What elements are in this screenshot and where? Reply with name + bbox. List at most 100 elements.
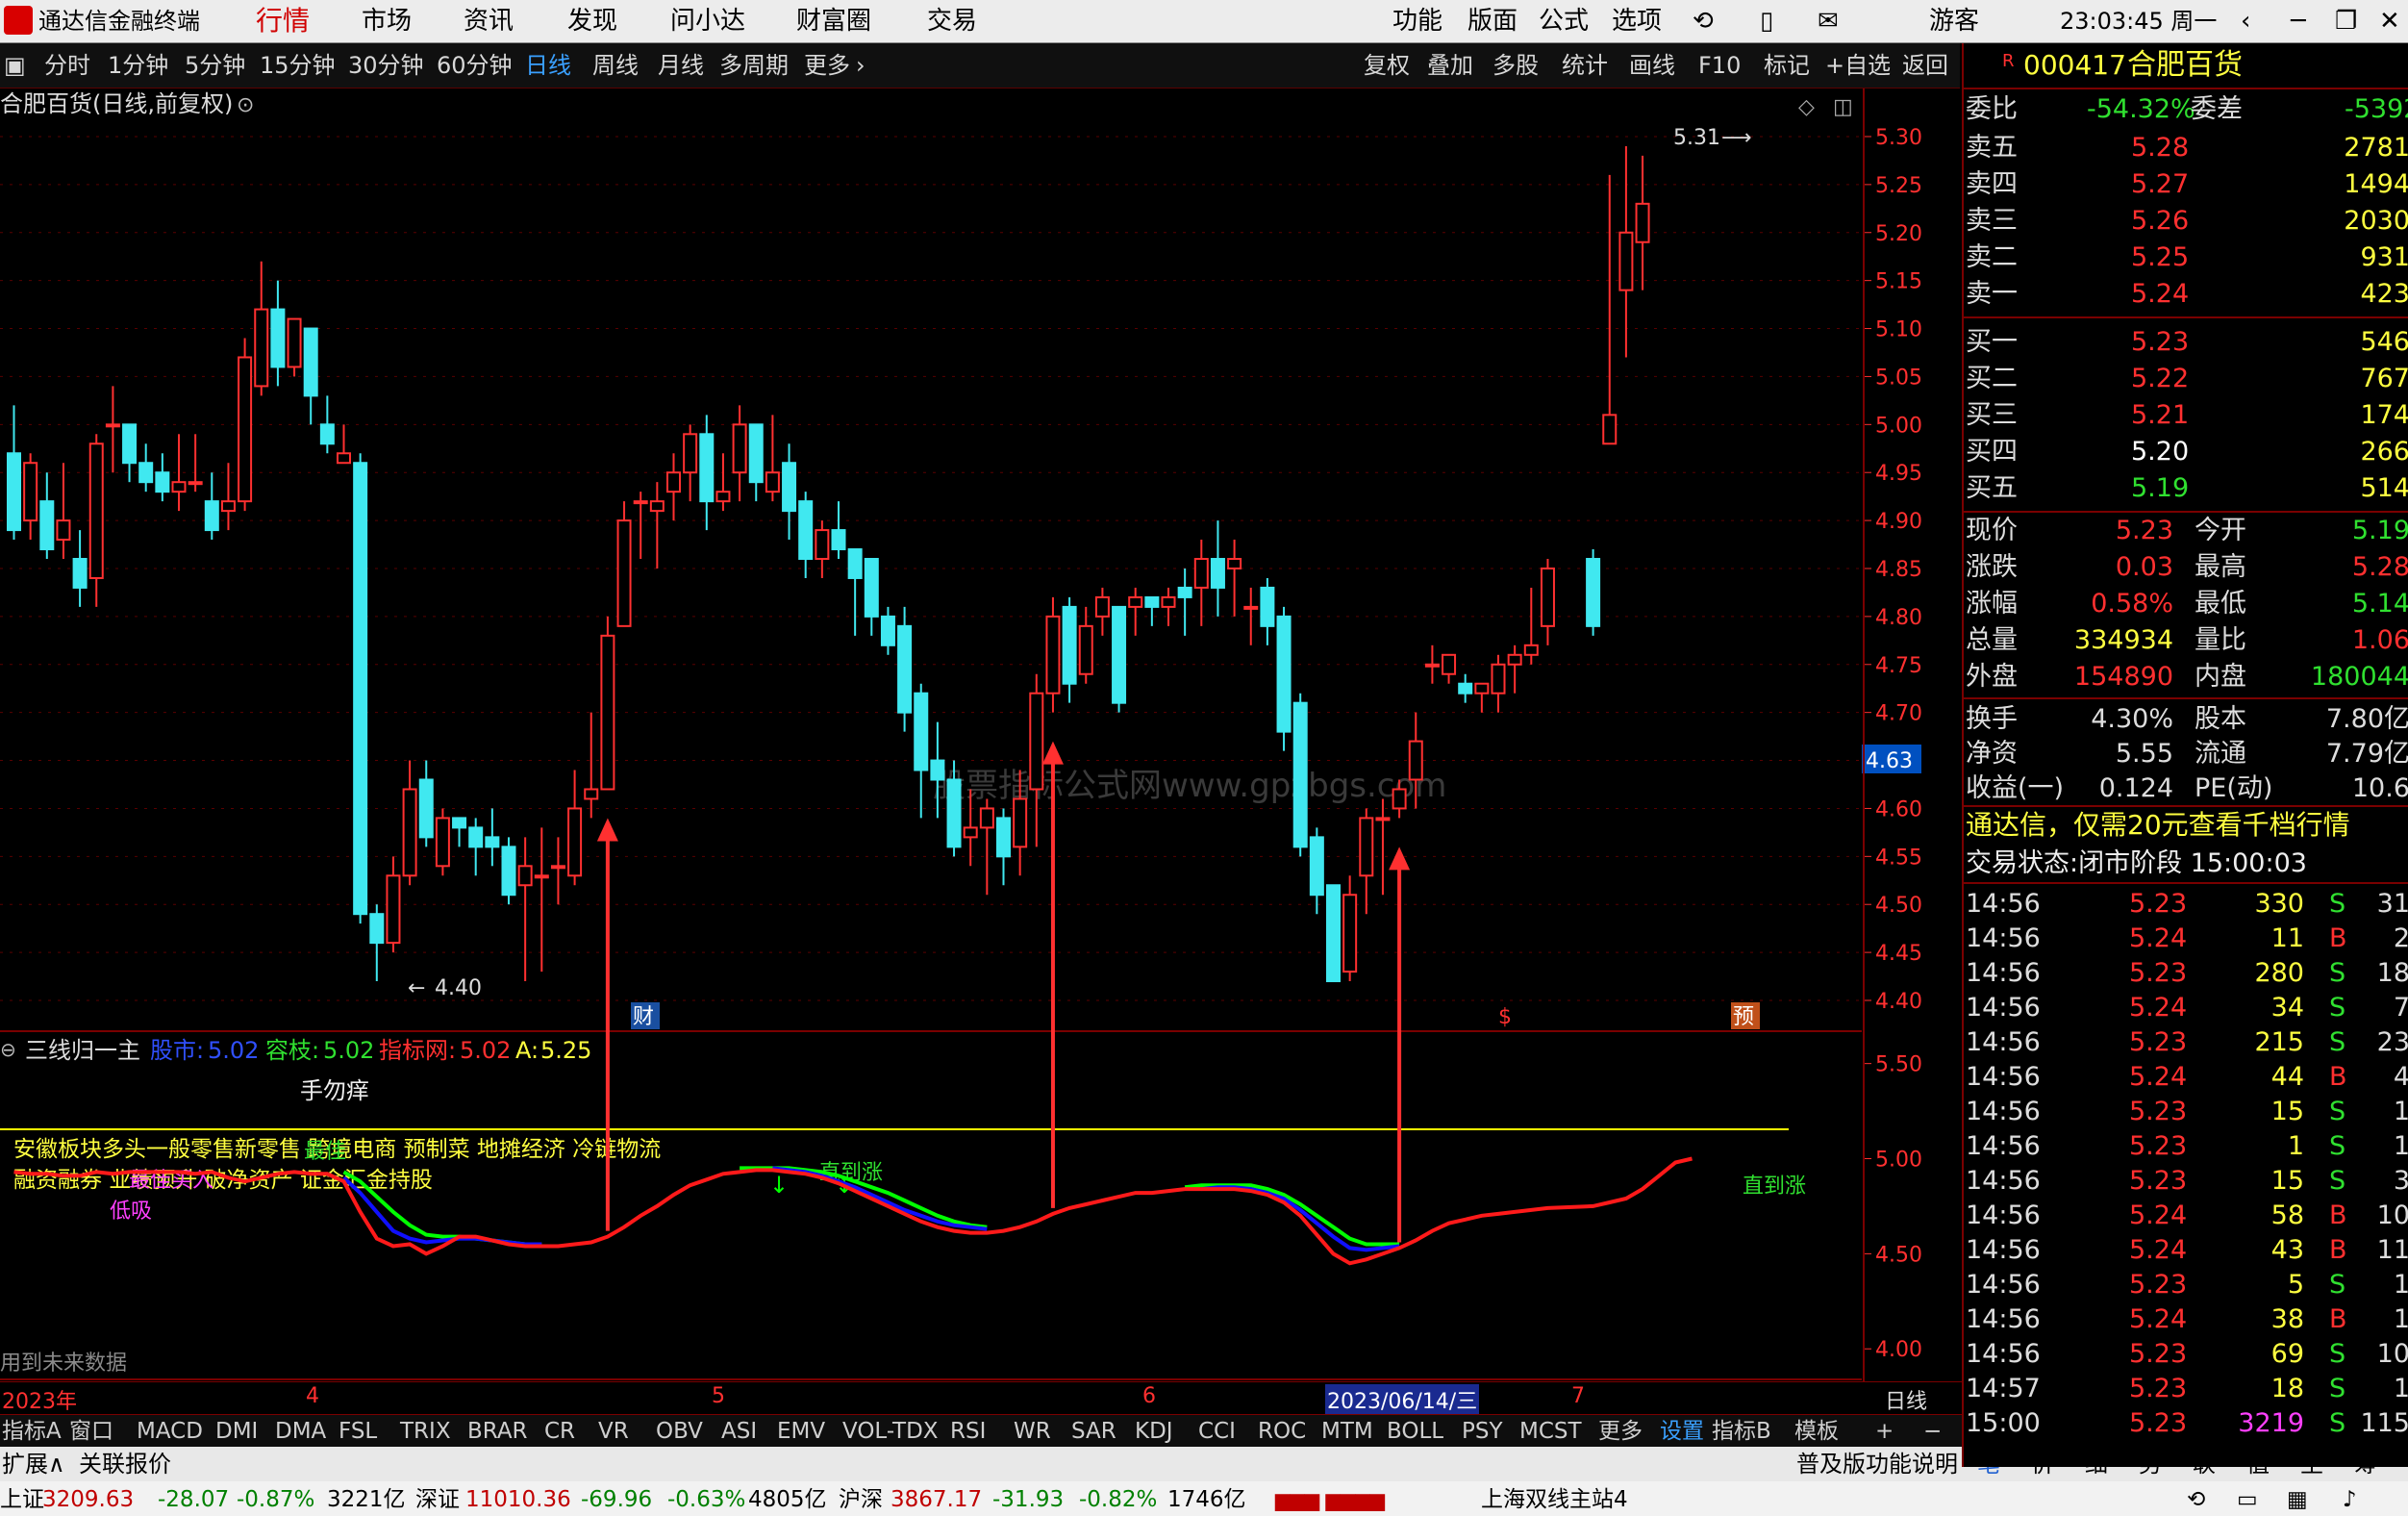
refresh-icon[interactable]: ⟲ bbox=[2187, 1487, 2205, 1512]
indicator-tab-24[interactable]: 更多 bbox=[1598, 1417, 1643, 1446]
bid-row[interactable]: 买一 5.23 546 bbox=[1964, 324, 2408, 361]
indicator-tab-15[interactable]: WR bbox=[1014, 1417, 1051, 1446]
bid-row[interactable]: 买五 5.19 514 bbox=[1964, 470, 2408, 507]
indicator-tab-10[interactable]: OBV bbox=[656, 1417, 703, 1446]
tool-mark-button[interactable]: 标记 bbox=[1764, 51, 1810, 80]
tool-draw-button[interactable]: 画线 bbox=[1629, 51, 1675, 80]
menu-item-trade[interactable]: 交易 bbox=[927, 6, 977, 37]
tool-overlay-button[interactable]: 叠加 bbox=[1427, 51, 1473, 80]
maximize-icon[interactable]: ❐ bbox=[2335, 6, 2357, 37]
ask-row[interactable]: 卖一 5.24 423 bbox=[1964, 276, 2408, 313]
marker-cai[interactable]: 财 bbox=[633, 1005, 654, 1029]
chart-panel-icon[interactable]: ◫ bbox=[1833, 95, 1853, 119]
tool-stats-button[interactable]: 统计 bbox=[1562, 51, 1608, 80]
refresh-icon[interactable]: ⟲ bbox=[1693, 6, 1714, 37]
ask-row[interactable]: 卖二 5.25 931 bbox=[1964, 240, 2408, 276]
kline-chart[interactable]: 合肥百货(日线,前复权) ⊙ ◇ ◫ 5.30 5.25 5.20 5.15 5.10 5… bbox=[0, 88, 1962, 1381]
ask-row[interactable]: 卖三 5.26 2030 bbox=[1964, 203, 2408, 240]
indicator-right-1[interactable]: 模板 bbox=[1794, 1417, 1839, 1446]
menu-item-options[interactable]: 选项 bbox=[1612, 6, 1662, 37]
indicator-tab-0[interactable]: 指标A bbox=[2, 1417, 62, 1446]
chart-settings-icon[interactable]: ◇ bbox=[1798, 95, 1815, 119]
panel-toggle-icon[interactable]: ▣ bbox=[4, 51, 26, 80]
period-tab-monthly[interactable]: 月线 bbox=[658, 51, 704, 80]
tool-fuquan-button[interactable]: 复权 bbox=[1364, 51, 1410, 80]
indicator-tab-11[interactable]: ASI bbox=[721, 1417, 757, 1446]
chart-title-dropdown-icon[interactable]: ⊙ bbox=[237, 93, 254, 117]
mail-icon[interactable]: ✉ bbox=[1818, 6, 1839, 37]
edition-note-link[interactable]: 普及版功能说明 bbox=[1796, 1451, 1958, 1478]
promo-text[interactable]: 通达信，仅需20元查看千档行情 bbox=[1966, 807, 2350, 844]
period-tab-15min[interactable]: 15分钟 bbox=[260, 51, 336, 80]
menu-item-ask[interactable]: 问小达 bbox=[670, 6, 745, 37]
indicator-tab-6[interactable]: TRIX bbox=[400, 1417, 451, 1446]
indicator-tab-3[interactable]: DMI bbox=[215, 1417, 258, 1446]
indicator-right-2[interactable]: + bbox=[1875, 1417, 1894, 1446]
indicator-name[interactable]: 三线归一主 bbox=[25, 1037, 140, 1064]
indicator-tab-9[interactable]: VR bbox=[598, 1417, 629, 1446]
minimize-icon[interactable]: ─ bbox=[2291, 6, 2306, 37]
indicator-tab-1[interactable]: 窗口 bbox=[69, 1417, 113, 1446]
indicator-tab-17[interactable]: KDJ bbox=[1135, 1417, 1173, 1446]
period-tab-more[interactable]: 更多 bbox=[804, 51, 850, 80]
more-chevron-icon[interactable]: › bbox=[856, 51, 865, 80]
indicator-right-0[interactable]: 指标B bbox=[1712, 1417, 1771, 1446]
bid-row[interactable]: 买二 5.22 767 bbox=[1964, 361, 2408, 397]
monitor-icon[interactable]: ▭ bbox=[2237, 1487, 2258, 1512]
ask-row[interactable]: 卖四 5.27 1494 bbox=[1964, 166, 2408, 203]
indicator-tab-14[interactable]: RSI bbox=[950, 1417, 986, 1446]
indicator-tab-8[interactable]: CR bbox=[544, 1417, 575, 1446]
indicator-tab-22[interactable]: PSY bbox=[1462, 1417, 1503, 1446]
indicator-tab-23[interactable]: MCST bbox=[1519, 1417, 1582, 1446]
indicator-tab-4[interactable]: DMA bbox=[275, 1417, 326, 1446]
close-icon[interactable]: ✕ bbox=[2379, 6, 2400, 37]
indicator-tab-12[interactable]: EMV bbox=[777, 1417, 825, 1446]
menu-item-wealth[interactable]: 财富圈 bbox=[796, 6, 871, 37]
indicator-tab-19[interactable]: ROC bbox=[1258, 1417, 1306, 1446]
indicator-tab-25[interactable]: 设置 bbox=[1660, 1417, 1704, 1446]
bell-icon[interactable]: ♪ bbox=[2343, 1487, 2357, 1512]
server-name[interactable]: 上海双线主站4 bbox=[1481, 1487, 1628, 1512]
menu-item-layout[interactable]: 版面 bbox=[1467, 6, 1518, 37]
menu-item-news[interactable]: 资讯 bbox=[464, 6, 514, 37]
ask-row[interactable]: 卖五 5.28 2781 bbox=[1964, 130, 2408, 166]
tool-f10-button[interactable]: F10 bbox=[1698, 51, 1741, 80]
tool-back-button[interactable]: 返回 bbox=[1902, 51, 1948, 80]
indicator-tab-20[interactable]: MTM bbox=[1321, 1417, 1373, 1446]
tool-multistock-button[interactable]: 多股 bbox=[1492, 51, 1539, 80]
period-tab-multi[interactable]: 多周期 bbox=[719, 51, 789, 80]
indicator-tab-16[interactable]: SAR bbox=[1071, 1417, 1116, 1446]
period-tab-weekly[interactable]: 周线 bbox=[592, 51, 639, 80]
calendar-icon[interactable]: ▦ bbox=[2287, 1487, 2308, 1512]
indicator-tab-13[interactable]: VOL-TDX bbox=[842, 1417, 939, 1446]
indicator-toggle-icon[interactable]: ⊖ bbox=[0, 1038, 16, 1061]
back-icon[interactable]: ‹ bbox=[2241, 6, 2250, 37]
indicator-tab-7[interactable]: BRAR bbox=[467, 1417, 528, 1446]
marker-yu[interactable]: 预 bbox=[1733, 1005, 1754, 1029]
period-tab-fenshi[interactable]: 分时 bbox=[44, 51, 90, 80]
menu-item-formula[interactable]: 公式 bbox=[1539, 6, 1589, 37]
expand-button[interactable]: 扩展∧ bbox=[2, 1451, 65, 1478]
bid-row[interactable]: 买三 5.21 174 bbox=[1964, 397, 2408, 434]
indicator-tab-21[interactable]: BOLL bbox=[1387, 1417, 1443, 1446]
menu-item-function[interactable]: 功能 bbox=[1392, 6, 1442, 37]
period-tab-30min[interactable]: 30分钟 bbox=[348, 51, 424, 80]
period-tab-1min[interactable]: 1分钟 bbox=[108, 51, 168, 80]
mobile-icon[interactable]: ▯ bbox=[1760, 6, 1773, 37]
period-tab-daily[interactable]: 日线 bbox=[525, 51, 571, 80]
indicator-right-3[interactable]: − bbox=[1923, 1417, 1942, 1446]
menu-item-exchange[interactable]: 市场 bbox=[362, 6, 412, 37]
menu-item-market[interactable]: 行情 bbox=[256, 6, 310, 37]
related-quote-button[interactable]: 关联报价 bbox=[79, 1451, 171, 1478]
indicator-tab-5[interactable]: FSL bbox=[339, 1417, 377, 1446]
indicator-tab-18[interactable]: CCI bbox=[1198, 1417, 1236, 1446]
indicator-tab-2[interactable]: MACD bbox=[137, 1417, 203, 1446]
user-label[interactable]: 游客 bbox=[1929, 6, 1979, 37]
bid-row[interactable]: 买四 5.20 266 bbox=[1964, 434, 2408, 470]
tool-add-watchlist-button[interactable]: +自选 bbox=[1825, 51, 1891, 80]
menu-item-discover[interactable]: 发现 bbox=[567, 6, 617, 37]
marker-dollar[interactable]: $ bbox=[1498, 1005, 1512, 1029]
promo-row[interactable]: 通达信，仅需20元查看千档行情 bbox=[1964, 805, 2408, 844]
period-tab-60min[interactable]: 60分钟 bbox=[437, 51, 513, 80]
period-tab-5min[interactable]: 5分钟 bbox=[185, 51, 245, 80]
